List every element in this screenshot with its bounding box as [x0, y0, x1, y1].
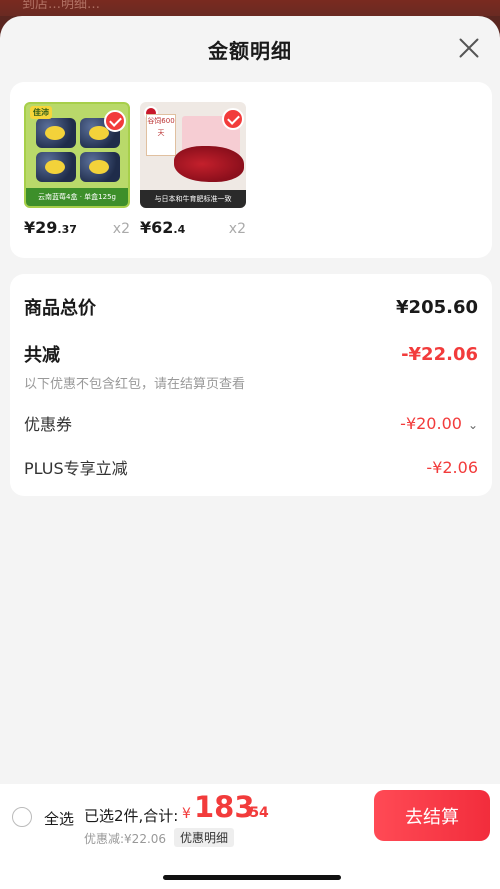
coupon-value: -¥20.00	[400, 413, 462, 433]
chevron-down-icon[interactable]: ⌄	[468, 418, 478, 432]
goods-total-value: ¥205.60	[396, 296, 478, 318]
product-price: ¥62.4	[140, 218, 186, 237]
price-row: ¥29.37 x2	[24, 218, 130, 237]
select-all-label[interactable]: 全选	[44, 808, 74, 829]
discount-summary: 优惠减:¥22.06	[84, 832, 167, 846]
coupon-label: 优惠券	[24, 415, 73, 434]
reduce-value: -¥22.06	[401, 343, 478, 365]
reduce-row: 共减 -¥22.06	[24, 341, 478, 367]
product-image-label: 云南蓝莓4盒 · 单盒125g	[26, 188, 128, 206]
products-card: 佳沛 云南蓝莓4盒 · 单盒125g ¥29.37 x2 谷饲600天 与日本和…	[10, 82, 492, 258]
checkout-button[interactable]: 去结算	[374, 790, 490, 841]
total-cents: .54	[244, 805, 269, 821]
close-icon[interactable]	[458, 37, 480, 59]
selected-count-text: 已选2件,合计:	[84, 807, 179, 825]
background-page-strip: 到店…明细…	[0, 0, 500, 16]
beef-image: 谷饲600天 与日本和牛育肥标准一致	[140, 102, 246, 208]
plus-label: PLUS专享立减	[24, 459, 128, 478]
plus-row: PLUS专享立减 -¥2.06	[24, 455, 478, 479]
background-hint-text: 到店…明细…	[22, 0, 101, 12]
plus-value: -¥2.06	[426, 457, 478, 477]
product-qty: x2	[112, 221, 130, 237]
coupon-row[interactable]: 优惠券 -¥20.00 ⌄	[24, 411, 478, 435]
beef-meat	[174, 146, 244, 182]
discount-note: 以下优惠不包含红包，请在结算页查看	[24, 377, 246, 392]
home-indicator	[163, 875, 341, 880]
coupon-value-wrap: -¥20.00 ⌄	[400, 414, 478, 433]
check-icon[interactable]	[222, 108, 244, 130]
product-image-label: 与日本和牛育肥标准一致	[140, 190, 246, 208]
product-item-beef[interactable]: 谷饲600天 与日本和牛育肥标准一致 ¥62.4 x2	[140, 102, 270, 237]
reduce-label: 共减	[24, 345, 60, 366]
brand-logo: 佳沛	[30, 106, 52, 119]
product-item-blueberry[interactable]: 佳沛 云南蓝莓4盒 · 单盒125g ¥29.37 x2	[24, 102, 154, 237]
product-qty: x2	[228, 221, 246, 237]
amount-detail-sheet: 金额明细 佳沛 云南蓝莓4盒 · 单盒125g ¥29.37 x2 谷饲600天	[0, 16, 500, 889]
beef-tag: 谷饲600天	[146, 114, 176, 156]
check-icon[interactable]	[104, 110, 126, 132]
sheet-title: 金额明细	[208, 38, 292, 63]
goods-total-row: 商品总价 ¥205.60	[24, 294, 478, 320]
price-row: ¥62.4 x2	[140, 218, 246, 237]
bottom-checkout-bar: 全选 已选2件,合计: ¥ 183 .54 优惠减:¥22.06 优惠明细 去结…	[0, 784, 500, 889]
total-currency: ¥	[182, 806, 191, 822]
product-price: ¥29.37	[24, 218, 77, 237]
summary-card: 商品总价 ¥205.60 共减 -¥22.06 以下优惠不包含红包，请在结算页查…	[10, 274, 492, 496]
goods-total-label: 商品总价	[24, 298, 96, 319]
select-all-radio[interactable]	[12, 807, 32, 827]
blueberry-image: 佳沛 云南蓝莓4盒 · 单盒125g	[24, 102, 130, 208]
sheet-header: 金额明细	[0, 16, 500, 82]
discount-detail-tag[interactable]: 优惠明细	[174, 828, 235, 847]
